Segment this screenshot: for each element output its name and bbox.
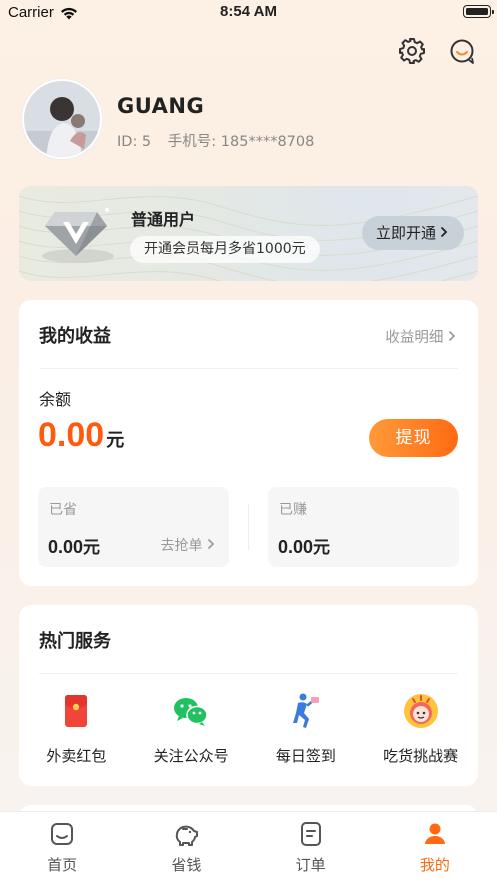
- divider: [39, 673, 458, 674]
- wechat-icon: [171, 691, 211, 731]
- chevron-right-icon: [207, 538, 215, 554]
- avatar[interactable]: [22, 79, 102, 159]
- service-label: 外卖红包: [46, 747, 107, 765]
- earned-label: 已赚: [279, 502, 307, 518]
- saved-label: 已省: [49, 502, 77, 518]
- earnings-detail-label: 收益明细: [385, 330, 444, 346]
- service-item-wechat[interactable]: 关注公众号: [134, 691, 249, 766]
- earnings-title: 我的收益: [39, 326, 111, 347]
- tab-mine[interactable]: 我的: [373, 812, 497, 883]
- service-item-foodie-challenge[interactable]: 吃货挑战赛: [363, 691, 478, 766]
- settings-icon[interactable]: [397, 36, 427, 66]
- saved-value: 0.00元: [48, 533, 100, 558]
- open-vip-button[interactable]: 立即开通: [361, 216, 464, 250]
- tab-label: 省钱: [171, 856, 202, 874]
- earned-unit: 元: [313, 538, 331, 558]
- vip-subtitle: 开通会员每月多省1000元: [130, 236, 320, 263]
- stat-divider: [248, 504, 249, 550]
- piggy-bank-icon: [172, 820, 200, 848]
- withdraw-button[interactable]: 提现: [369, 419, 458, 457]
- balance-unit: 元: [106, 430, 125, 450]
- tab-home[interactable]: 首页: [0, 812, 124, 883]
- earnings-detail-link[interactable]: 收益明细: [385, 326, 456, 347]
- service-grid: 外卖红包 关注公众号 每日签到 吃货挑战赛: [19, 691, 478, 766]
- chevron-right-icon: [440, 216, 448, 250]
- grab-order-link[interactable]: 去抢单: [161, 535, 215, 555]
- vip-title: 普通用户: [131, 210, 196, 229]
- vip-card[interactable]: 普通用户 开通会员每月多省1000元 立即开通: [19, 186, 478, 281]
- user-phone: 手机号: 185****8708: [167, 134, 315, 150]
- tab-label: 订单: [295, 856, 326, 874]
- saved-stat: 已省 0.00元 去抢单: [38, 487, 229, 567]
- battery-icon: [463, 5, 494, 18]
- tab-bar: 首页 省钱 订单 我的: [0, 811, 497, 883]
- services-title: 热门服务: [39, 631, 111, 652]
- home-icon: [48, 820, 76, 848]
- status-bar: Carrier 8:54 AM: [0, 0, 497, 26]
- balance-label: 余额: [39, 390, 72, 409]
- service-label: 关注公众号: [153, 747, 229, 765]
- balance-amount: 0.00: [38, 416, 105, 454]
- service-item-red-envelope[interactable]: 外卖红包: [19, 691, 134, 766]
- chevron-right-icon: [448, 330, 456, 346]
- divider: [39, 368, 458, 369]
- saved-amount: 0.00: [48, 537, 84, 557]
- clock: 8:54 AM: [220, 3, 277, 20]
- header-actions: [397, 36, 477, 66]
- tab-label: 首页: [47, 856, 78, 874]
- service-label: 吃货挑战赛: [383, 747, 459, 765]
- grab-order-label: 去抢单: [160, 538, 203, 554]
- open-vip-label: 立即开通: [375, 224, 436, 242]
- earnings-card: 我的收益 收益明细 余额 0.00 元 提现 已省 0.00元 去抢单 已赚 0.…: [19, 300, 478, 586]
- earned-stat: 已赚 0.00元: [268, 487, 459, 567]
- services-card: 热门服务 外卖红包 关注公众号 每日签到 吃货挑战赛: [19, 605, 478, 786]
- checkin-icon: [286, 691, 326, 731]
- username: GUANG: [117, 94, 205, 118]
- earned-value: 0.00元: [278, 533, 330, 558]
- order-icon: [297, 820, 325, 848]
- user-meta: ID: 5 手机号: 185****8708: [117, 130, 314, 151]
- service-label: 每日签到: [275, 747, 336, 765]
- service-item-checkin[interactable]: 每日签到: [249, 691, 364, 766]
- tab-save-money[interactable]: 省钱: [124, 812, 248, 883]
- red-envelope-icon: [56, 691, 96, 731]
- profile-icon: [421, 820, 449, 848]
- customer-service-icon[interactable]: [447, 36, 477, 66]
- user-id: ID: 5: [117, 134, 152, 150]
- balance-value: 0.00 元: [38, 416, 124, 455]
- tab-label: 我的: [419, 856, 450, 874]
- vip-diamond-icon: [33, 196, 123, 272]
- earned-amount: 0.00: [278, 537, 314, 557]
- tab-orders[interactable]: 订单: [249, 812, 373, 883]
- saved-unit: 元: [83, 538, 101, 558]
- foodie-challenge-icon: [401, 691, 441, 731]
